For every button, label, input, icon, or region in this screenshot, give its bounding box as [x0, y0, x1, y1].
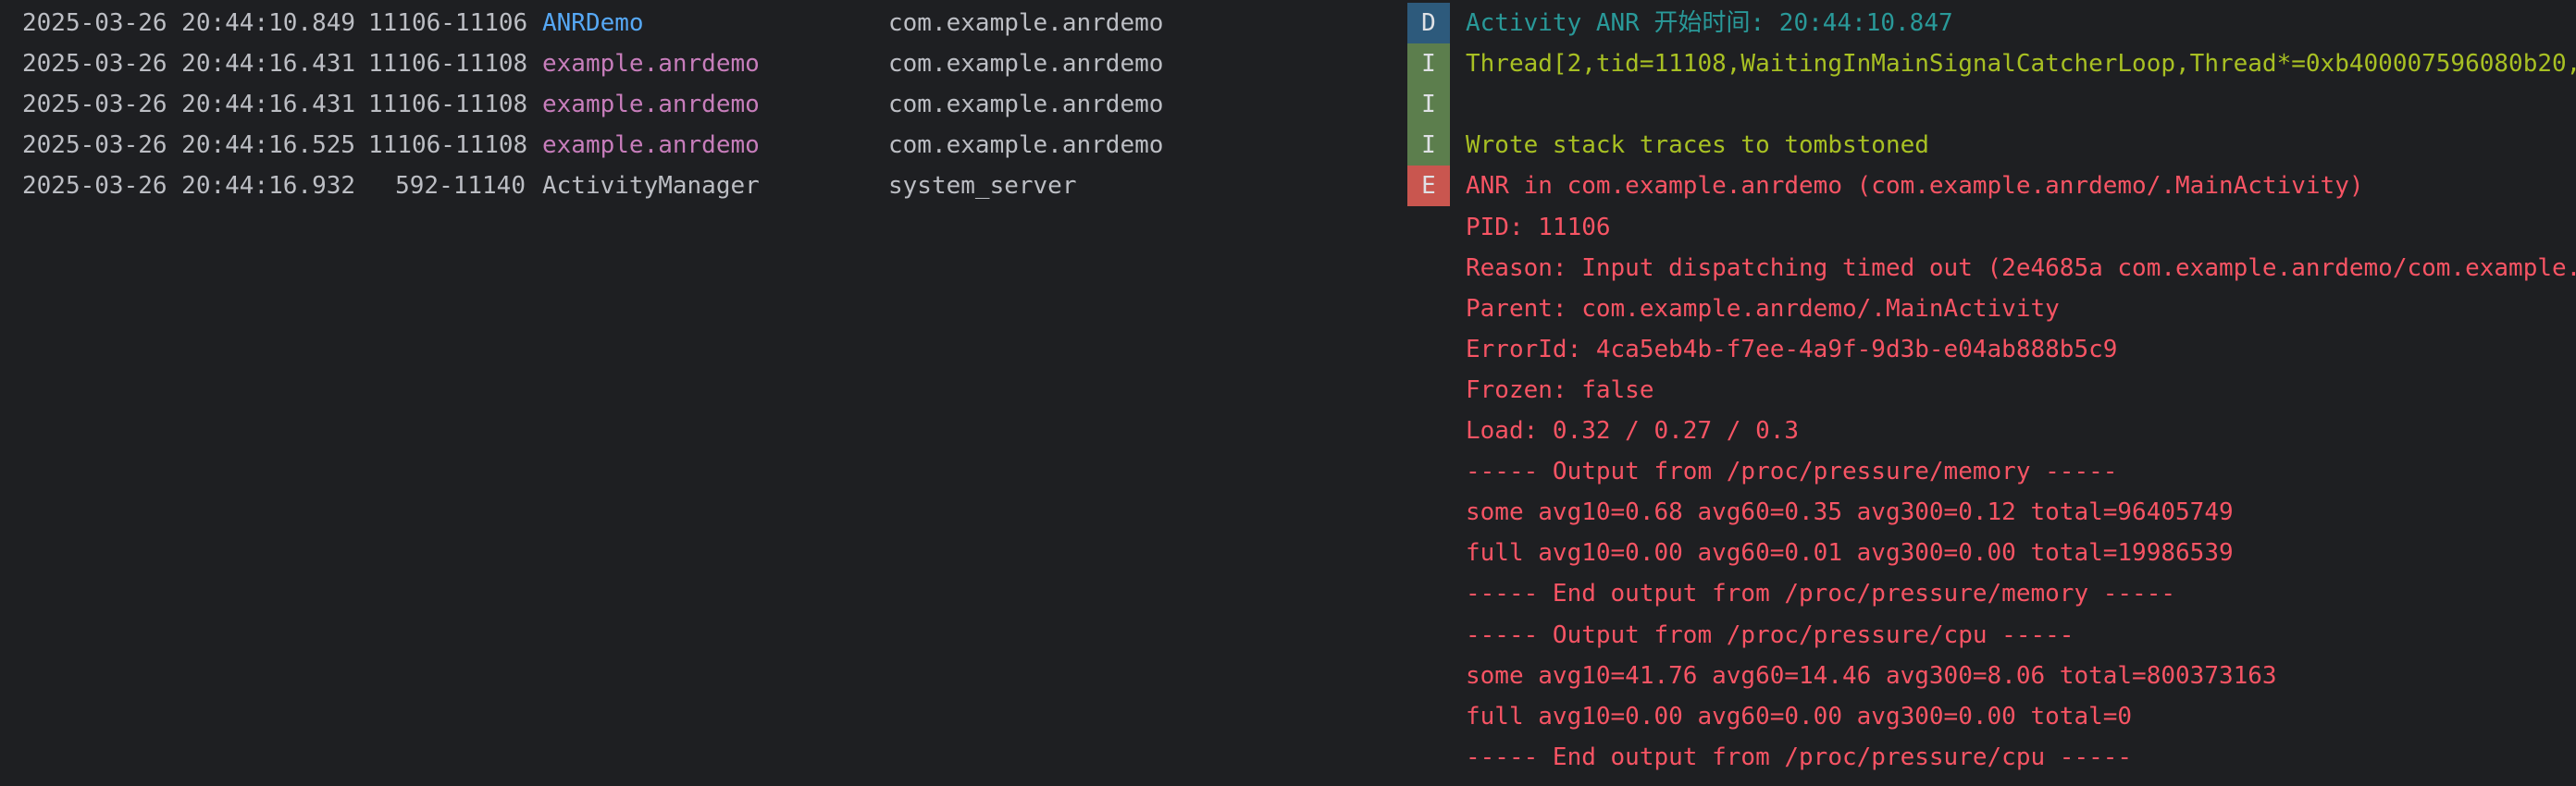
log-message: ----- Output from /proc/pressure/memory … — [1466, 458, 2118, 486]
log-level-badge: I — [1407, 125, 1450, 166]
log-message: Activity ANR 开始时间: 20:44:10.847 — [1466, 9, 1953, 37]
log-pid-tid: 11106-11108 — [368, 91, 528, 119]
log-package: com.example.anrdemo — [888, 50, 1164, 79]
log-row[interactable]: 2025-03-26 20:44:16.932 592-11140 Activity… — [0, 166, 2576, 207]
log-package: com.example.anrdemo — [888, 91, 1164, 119]
log-row[interactable]: ----- Output from /proc/pressure/memory … — [0, 451, 2576, 492]
log-message: Load: 0.32 / 0.27 / 0.3 — [1466, 417, 1800, 445]
log-message: ANR in com.example.anrdemo (com.example.… — [1466, 172, 2364, 201]
log-row[interactable]: 2025-03-26 20:44:16.431 11106-11108 exampl… — [0, 43, 2576, 85]
log-tag: ActivityManager — [542, 172, 760, 201]
log-row[interactable]: ----- End output from /proc/pressure/mem… — [0, 573, 2576, 614]
log-level-badge: E — [1407, 166, 1450, 207]
log-timestamp: 2025-03-26 20:44:16.525 — [22, 131, 356, 160]
log-level-badge: I — [1407, 84, 1450, 126]
log-message: some avg10=0.68 avg60=0.35 avg300=0.12 t… — [1466, 498, 2234, 527]
log-row[interactable]: Parent: com.example.anrdemo/.MainActivit… — [0, 289, 2576, 329]
log-level-badge: D — [1407, 3, 1450, 43]
log-row[interactable]: ErrorId: 4ca5eb4b-f7ee-4a9f-9d3b-e04ab88… — [0, 329, 2576, 370]
log-tag: example.anrdemo — [542, 131, 760, 160]
log-row[interactable]: ----- End output from /proc/pressure/cpu… — [0, 737, 2576, 778]
log-row[interactable]: PID: 11106 — [0, 207, 2576, 248]
log-row[interactable]: ----- Output from /proc/pressure/cpu ---… — [0, 615, 2576, 656]
log-message: PID: 11106 — [1466, 213, 1611, 241]
logcat-panel[interactable]: 2025-03-26 20:44:10.849 11106-11106 ANRDem… — [0, 0, 2576, 786]
log-row[interactable]: some avg10=41.76 avg60=14.46 avg300=8.06… — [0, 656, 2576, 696]
log-message: full avg10=0.00 avg60=0.00 avg300=0.00 t… — [1466, 702, 2133, 731]
log-row[interactable]: 2025-03-26 20:44:16.431 11106-11108 exampl… — [0, 84, 2576, 126]
log-row[interactable]: Load: 0.32 / 0.27 / 0.3 — [0, 411, 2576, 451]
log-package: system_server — [888, 172, 1077, 201]
log-package: com.example.anrdemo — [888, 9, 1164, 37]
log-row[interactable]: 2025-03-26 20:44:10.849 11106-11106 ANRDem… — [0, 3, 2576, 43]
log-timestamp: 2025-03-26 20:44:10.849 — [22, 9, 356, 37]
log-tag: example.anrdemo — [542, 50, 760, 79]
log-pid-tid: 592-11140 — [395, 172, 526, 201]
log-row[interactable]: full avg10=0.00 avg60=0.01 avg300=0.00 t… — [0, 533, 2576, 573]
log-message: ----- End output from /proc/pressure/cpu… — [1466, 743, 2133, 771]
log-pid-tid: 11106-11106 — [368, 9, 528, 37]
log-row[interactable]: Reason: Input dispatching timed out (2e4… — [0, 248, 2576, 289]
log-row[interactable]: full avg10=0.00 avg60=0.00 avg300=0.00 t… — [0, 696, 2576, 737]
log-row[interactable]: some avg10=0.68 avg60=0.35 avg300=0.12 t… — [0, 492, 2576, 533]
log-message: full avg10=0.00 avg60=0.01 avg300=0.00 t… — [1466, 539, 2234, 568]
log-timestamp: 2025-03-26 20:44:16.431 — [22, 91, 356, 119]
log-message: ----- Output from /proc/pressure/cpu ---… — [1466, 620, 2074, 649]
log-row[interactable]: 2025-03-26 20:44:16.525 11106-11108 exampl… — [0, 125, 2576, 166]
log-message: Frozen: false — [1466, 375, 1654, 404]
log-package: com.example.anrdemo — [888, 131, 1164, 160]
log-message: Parent: com.example.anrdemo/.MainActivit… — [1466, 294, 2060, 323]
log-timestamp: 2025-03-26 20:44:16.932 — [22, 172, 356, 201]
log-level-badge: I — [1407, 43, 1450, 85]
log-message: Thread[2,tid=11108,WaitingInMainSignalCa… — [1466, 50, 2576, 79]
log-message: Reason: Input dispatching timed out (2e4… — [1466, 253, 2576, 282]
log-row[interactable]: Frozen: false — [0, 370, 2576, 411]
log-pid-tid: 11106-11108 — [368, 131, 528, 160]
log-message: some avg10=41.76 avg60=14.46 avg300=8.06… — [1466, 661, 2277, 690]
log-timestamp: 2025-03-26 20:44:16.431 — [22, 50, 356, 79]
log-message: Wrote stack traces to tombstoned — [1466, 131, 1929, 160]
log-message: ErrorId: 4ca5eb4b-f7ee-4a9f-9d3b-e04ab88… — [1466, 335, 2118, 363]
log-tag: ANRDemo — [542, 9, 644, 37]
log-message: ----- End output from /proc/pressure/mem… — [1466, 580, 2176, 608]
log-pid-tid: 11106-11108 — [368, 50, 528, 79]
log-tag: example.anrdemo — [542, 91, 760, 119]
